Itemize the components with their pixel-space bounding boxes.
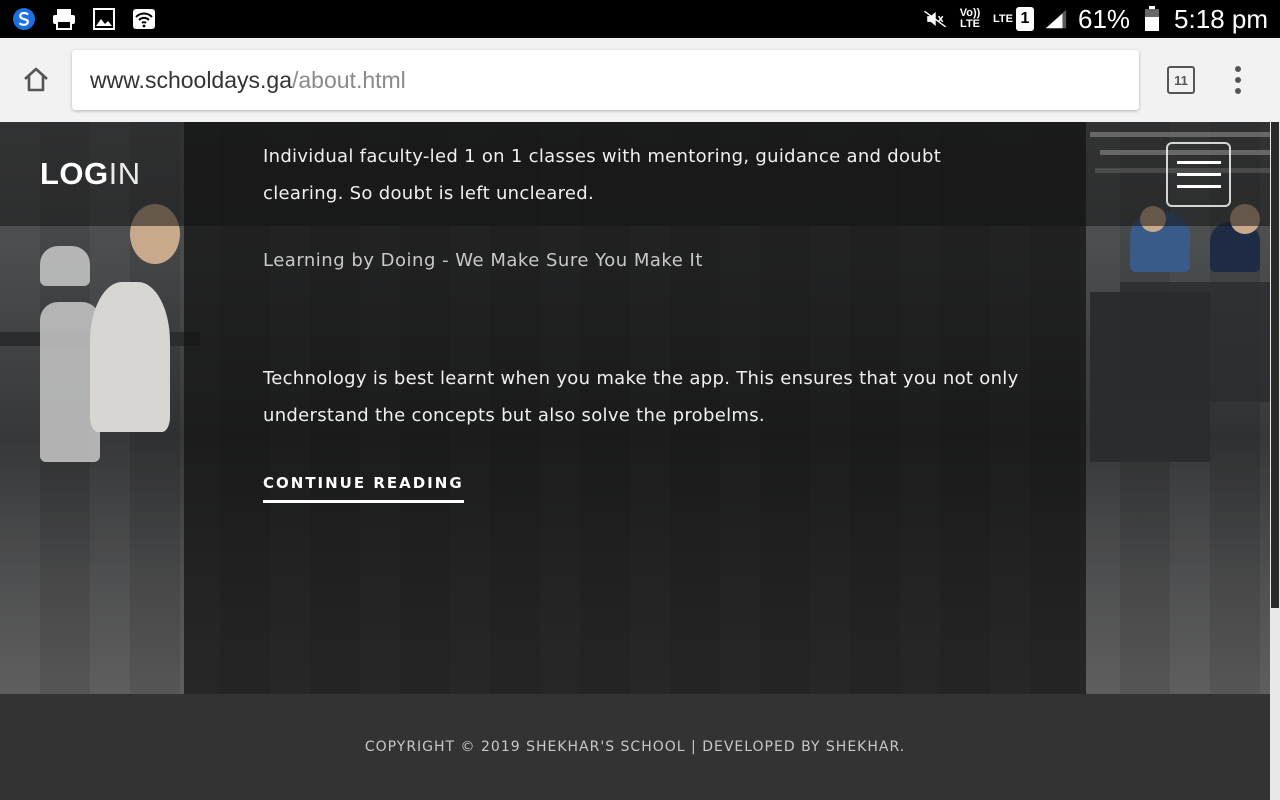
url-path: /about.html: [292, 66, 406, 93]
footer: COPYRIGHT © 2019 SHEKHAR'S SCHOOL | DEVE…: [0, 694, 1270, 800]
lte-label: LTE: [993, 12, 1013, 25]
tab-switcher-icon[interactable]: 11: [1167, 66, 1195, 94]
image-icon: [92, 7, 116, 31]
home-button[interactable]: [0, 38, 72, 122]
more-vert-icon[interactable]: [1233, 66, 1243, 94]
desk: [1120, 282, 1270, 402]
browser-toolbar: www.schooldays.ga/about.html 11: [0, 38, 1280, 122]
copyright-text: COPYRIGHT © 2019 SHEKHAR'S SCHOOL | DEVE…: [364, 739, 906, 755]
app-s-icon: [12, 7, 36, 31]
continue-reading-link[interactable]: CONTINUE READING: [263, 474, 464, 503]
battery-icon: [1140, 6, 1164, 31]
signal-icon: [1044, 7, 1068, 31]
wifi-hotspot-icon: [132, 7, 156, 31]
url-host: www.schooldays.ga: [90, 66, 292, 93]
volte-indicator: Vo)) LTE: [959, 7, 981, 30]
page-viewport: LOGIN Individual faculty-led 1 on 1 clas…: [0, 122, 1280, 800]
paragraph-mentoring: Individual faculty-led 1 on 1 classes wi…: [263, 146, 942, 204]
logo-bold-part: LOG: [40, 156, 109, 191]
lte-indicator: LTE 1: [993, 7, 1034, 31]
hamburger-icon[interactable]: [1166, 142, 1231, 207]
section-subtitle: Learning by Doing - We Make Sure You Mak…: [263, 250, 703, 271]
printer-icon: [52, 7, 76, 31]
status-bar: Vo)) LTE LTE 1 61% 5:18 pm: [0, 0, 1280, 38]
paragraph-technology: Technology is best learnt when you make …: [263, 368, 1019, 426]
site-logo-login[interactable]: LOGIN: [40, 156, 141, 192]
sim-badge: 1: [1016, 7, 1034, 31]
battery-percent: 61%: [1078, 3, 1131, 34]
logo-light-part: IN: [108, 156, 141, 191]
chair: [40, 246, 90, 286]
clock: 5:18 pm: [1174, 3, 1268, 34]
home-icon: [24, 67, 48, 92]
person: [90, 282, 170, 432]
scrollbar-thumb[interactable]: [1271, 122, 1279, 608]
mute-icon: [923, 7, 947, 31]
url-bar[interactable]: www.schooldays.ga/about.html: [72, 50, 1139, 110]
